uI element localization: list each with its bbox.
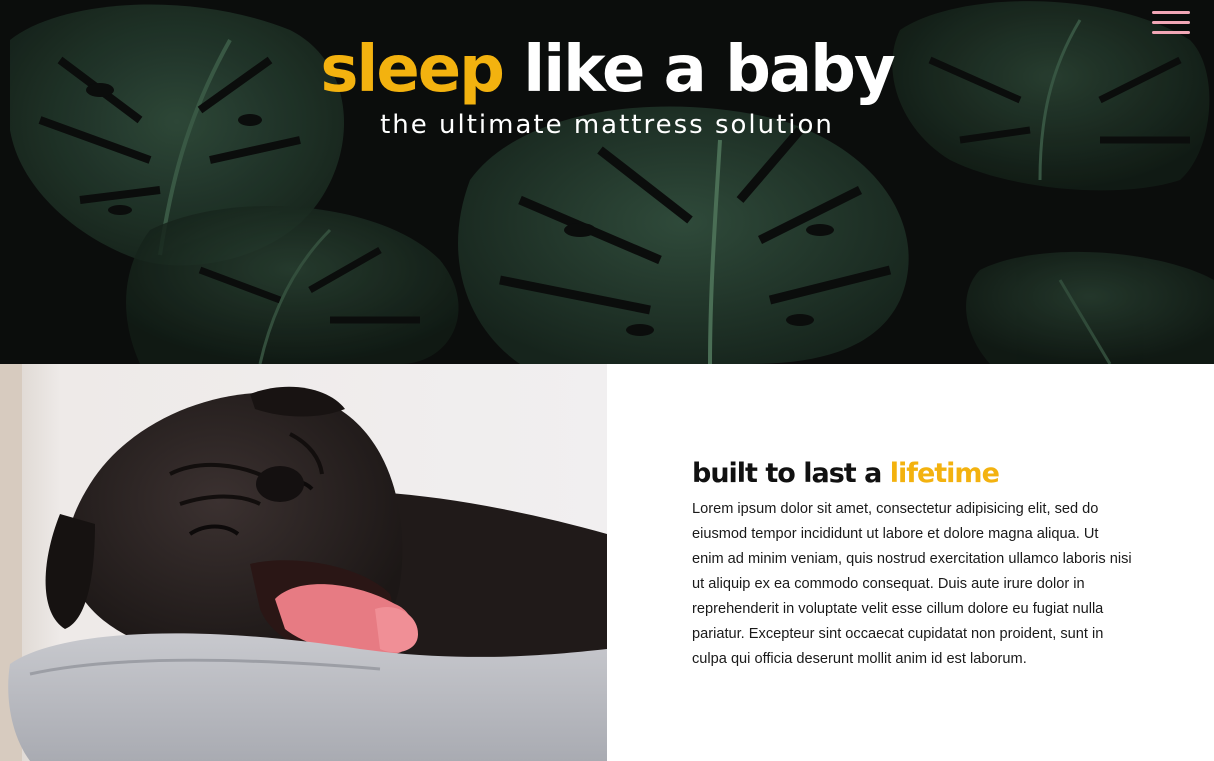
sleeping-pug-photo [0, 364, 607, 761]
feature-heading-accent: lifetime [889, 458, 1000, 489]
hero-title: sleep like a baby [0, 30, 1214, 110]
menu-line [1152, 11, 1190, 14]
pug-illustration [0, 364, 607, 761]
hero-title-rest: like a baby [523, 33, 895, 107]
feature-heading-main: built to last a [692, 458, 882, 489]
feature-body: Lorem ipsum dolor sit amet, consectetur … [692, 501, 1132, 667]
menu-line [1152, 21, 1190, 24]
hero-title-accent: sleep [320, 33, 505, 107]
feature-text-block: built to last a lifetime Lorem ipsum dol… [692, 455, 1132, 672]
feature-heading: built to last a lifetime [692, 455, 1132, 493]
menu-line [1152, 31, 1190, 34]
hamburger-menu-icon[interactable] [1150, 8, 1192, 38]
hero-banner: sleep like a baby the ultimate mattress … [0, 0, 1214, 364]
hero-subtitle: the ultimate mattress solution [380, 110, 834, 140]
